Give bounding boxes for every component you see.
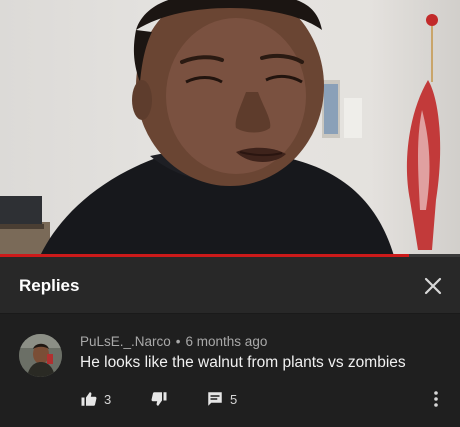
- panel-header: Replies: [0, 257, 460, 314]
- avatar-image: [19, 334, 62, 377]
- thumb-up-icon: [81, 392, 97, 406]
- reply-count: 5: [230, 391, 238, 407]
- comment-author[interactable]: PuLsE._.Narco: [80, 334, 171, 349]
- replies-panel: Replies PuLsE._.Narco • 6 months ago He lo…: [0, 257, 460, 427]
- more-vert-icon: [434, 391, 438, 407]
- ear: [132, 80, 152, 120]
- meta-separator: •: [175, 334, 181, 349]
- thumb-down-icon: [151, 392, 167, 406]
- dislike-button[interactable]: [150, 388, 168, 410]
- like-button[interactable]: 3: [80, 388, 111, 410]
- avatar[interactable]: [19, 334, 62, 377]
- close-button[interactable]: [420, 273, 446, 299]
- video-player[interactable]: [0, 0, 460, 256]
- comment-actions: 3 5: [80, 388, 440, 410]
- wall-paper: [344, 98, 362, 138]
- comment-meta: PuLsE._.Narco • 6 months ago: [80, 334, 267, 349]
- like-count: 3: [104, 391, 112, 407]
- comment-icon: [208, 392, 222, 406]
- monitor: [0, 196, 42, 224]
- video-frame: [0, 0, 441, 256]
- comment-time[interactable]: 6 months ago: [186, 334, 268, 349]
- more-options-button[interactable]: [429, 388, 443, 410]
- reply-button[interactable]: 5: [206, 388, 237, 410]
- ornament: [426, 14, 438, 26]
- comment-item: PuLsE._.Narco • 6 months ago He looks like…: [0, 314, 460, 427]
- panel-title: Replies: [19, 276, 80, 295]
- comment-text: He looks like the walnut from plants vs …: [80, 354, 406, 371]
- close-icon: [424, 277, 442, 295]
